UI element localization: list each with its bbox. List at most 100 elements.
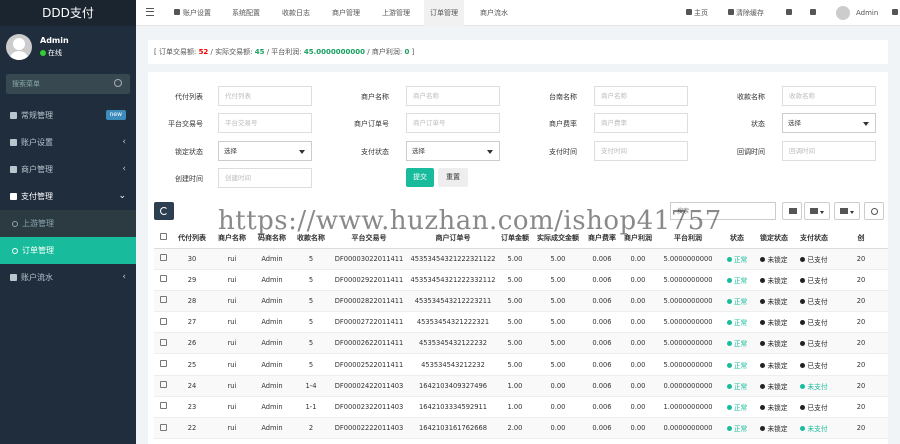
- tab-merchant-flow[interactable]: 商户流水: [480, 0, 508, 26]
- col-header[interactable]: 代付列表: [172, 228, 212, 249]
- table-cell: 5.00: [498, 353, 532, 376]
- table-row[interactable]: 24 rui Admin 1-4 DF00002422011403 16421034093…: [154, 375, 888, 397]
- status-select[interactable]: 选择: [782, 113, 876, 133]
- status-dot-icon: [760, 426, 766, 432]
- sidebar-search-input[interactable]: [6, 74, 106, 94]
- list-icon: [10, 166, 17, 173]
- table-row[interactable]: 30 rui Admin 5 DF00003022011411 4535345432122…: [154, 248, 888, 270]
- merchant-name-2-input[interactable]: [594, 86, 688, 106]
- username-menu[interactable]: Admin: [856, 0, 878, 26]
- avatar[interactable]: [836, 6, 850, 20]
- label-merchant-name-2: 台南名称: [549, 93, 577, 101]
- sidebar-item-account-settings[interactable]: 账户设置 ‹: [0, 129, 136, 156]
- col-header[interactable]: 码商名称: [252, 228, 292, 249]
- app-brand[interactable]: DDD支付: [0, 0, 136, 26]
- lock-status-badge: 未锁定: [760, 340, 788, 348]
- home-link[interactable]: 主页: [686, 0, 708, 26]
- table-search-input[interactable]: [670, 202, 776, 220]
- fullscreen-button[interactable]: [810, 0, 818, 26]
- table-cell: DF00002922011411: [330, 269, 408, 291]
- search-icon[interactable]: [114, 79, 122, 87]
- col-header[interactable]: 平台利润: [656, 228, 720, 249]
- sidebar-item-upstream[interactable]: 上游管理: [0, 210, 136, 237]
- table-cell: 45353454321222321: [408, 311, 498, 334]
- refresh-button[interactable]: [154, 202, 174, 220]
- tab-merchant-manage[interactable]: 商户管理: [332, 0, 360, 26]
- merchant-rate-input[interactable]: [594, 113, 688, 133]
- table-cell: 1642103409327496: [408, 375, 498, 397]
- row-checkbox[interactable]: [154, 290, 172, 313]
- status-dot-icon: [726, 362, 732, 368]
- col-header[interactable]: 商户费率: [584, 228, 620, 249]
- col-header[interactable]: 订单金额: [498, 228, 532, 249]
- tab-account-settings[interactable]: 账户设置: [174, 0, 211, 26]
- tab-upstream-manage[interactable]: 上游管理: [382, 0, 410, 26]
- row-checkbox[interactable]: [154, 375, 172, 397]
- sidebar-item-orders[interactable]: 订单管理: [0, 237, 136, 264]
- table-cell: 5.0000000000: [656, 269, 720, 291]
- reset-button[interactable]: 重置: [438, 168, 468, 187]
- table-row[interactable]: 27 rui Admin 5 DF00002722011411 4535345432122…: [154, 311, 888, 334]
- col-header[interactable]: 商户订单号: [408, 228, 498, 249]
- advanced-search-button[interactable]: [864, 202, 884, 220]
- tab-system-config[interactable]: 系统配置: [232, 0, 260, 26]
- sidebar-item-merchant[interactable]: 商户管理 ‹: [0, 156, 136, 183]
- table-cell: Admin: [252, 332, 292, 355]
- col-header[interactable]: 状态: [720, 228, 754, 249]
- row-checkbox[interactable]: [154, 332, 172, 355]
- platform-profit: 45.0000000000: [303, 48, 366, 56]
- col-header[interactable]: 锁定状态: [754, 228, 794, 249]
- row-checkbox[interactable]: [154, 311, 172, 334]
- callback-time-input[interactable]: [782, 141, 876, 161]
- sidebar-item-account-flow[interactable]: 账户流水 ‹: [0, 264, 136, 291]
- sidebar-item-payment[interactable]: 支付管理 ⌄: [0, 183, 136, 210]
- toggle-view-button[interactable]: [782, 202, 802, 220]
- merchant-name-input[interactable]: [406, 86, 500, 106]
- tab-receipt-log[interactable]: 收款日志: [282, 0, 310, 26]
- table-cell: 20: [834, 332, 888, 355]
- chevron-left-icon: ‹: [122, 137, 126, 147]
- platform-trade-no-input[interactable]: [218, 113, 312, 133]
- col-header[interactable]: 平台交易号: [330, 228, 408, 249]
- create-time-input[interactable]: [218, 168, 312, 188]
- table-row[interactable]: 25 rui Admin 5 DF00002522011411 4535345432122…: [154, 353, 888, 376]
- row-checkbox[interactable]: [154, 396, 172, 419]
- col-header[interactable]: 收款名称: [292, 228, 330, 249]
- table-row[interactable]: 28 rui Admin 5 DF00002822011411 4535345432122…: [154, 290, 888, 313]
- submit-button[interactable]: 提交: [406, 168, 434, 187]
- table-row[interactable]: 29 rui Admin 5 DF00002922011411 4535345432122…: [154, 269, 888, 291]
- status-dot-icon: [760, 341, 766, 347]
- status-dot-icon: [760, 320, 766, 326]
- language-button[interactable]: [786, 0, 794, 26]
- merchant-order-no-input[interactable]: [406, 113, 500, 133]
- columns-button[interactable]: [804, 202, 830, 220]
- tab-order-manage[interactable]: 订单管理: [424, 0, 464, 26]
- table-row[interactable]: 26 rui Admin 5 DF00002622011411 4535345432122…: [154, 332, 888, 355]
- col-header[interactable]: 商户名称: [212, 228, 252, 249]
- lock-status-select[interactable]: 选择: [218, 141, 312, 161]
- row-checkbox[interactable]: [154, 269, 172, 291]
- payout-list-input[interactable]: [218, 86, 312, 106]
- table-row[interactable]: 23 rui Admin 1-1 DF00002322011403 16421033345…: [154, 396, 888, 419]
- row-checkbox[interactable]: [154, 417, 172, 440]
- pay-status-select[interactable]: 选择: [406, 141, 500, 161]
- table-cell: rui: [212, 311, 252, 334]
- sidebar-item-general[interactable]: 常规管理 new: [0, 102, 136, 129]
- export-button[interactable]: [834, 202, 860, 220]
- table-cell: 20: [834, 290, 888, 313]
- select-all-checkbox[interactable]: [154, 228, 172, 249]
- receiver-name-input[interactable]: [782, 86, 876, 106]
- user-name: Admin: [40, 36, 69, 45]
- row-checkbox[interactable]: [154, 248, 172, 270]
- col-header[interactable]: 支付状态: [794, 228, 834, 249]
- col-header[interactable]: 创: [834, 228, 888, 249]
- pay-time-input[interactable]: [594, 141, 688, 161]
- menu-toggle-icon[interactable]: [146, 8, 154, 16]
- col-header[interactable]: 实际成交金额: [532, 228, 584, 249]
- clear-cache-button[interactable]: 清除缓存: [728, 0, 764, 26]
- table-cell: rui: [212, 375, 252, 397]
- table-row[interactable]: 22 rui Admin 2 DF00002222011403 1642103161762…: [154, 417, 888, 440]
- col-header[interactable]: 商户利润: [620, 228, 656, 249]
- row-checkbox[interactable]: [154, 353, 172, 376]
- settings-button[interactable]: [892, 0, 900, 26]
